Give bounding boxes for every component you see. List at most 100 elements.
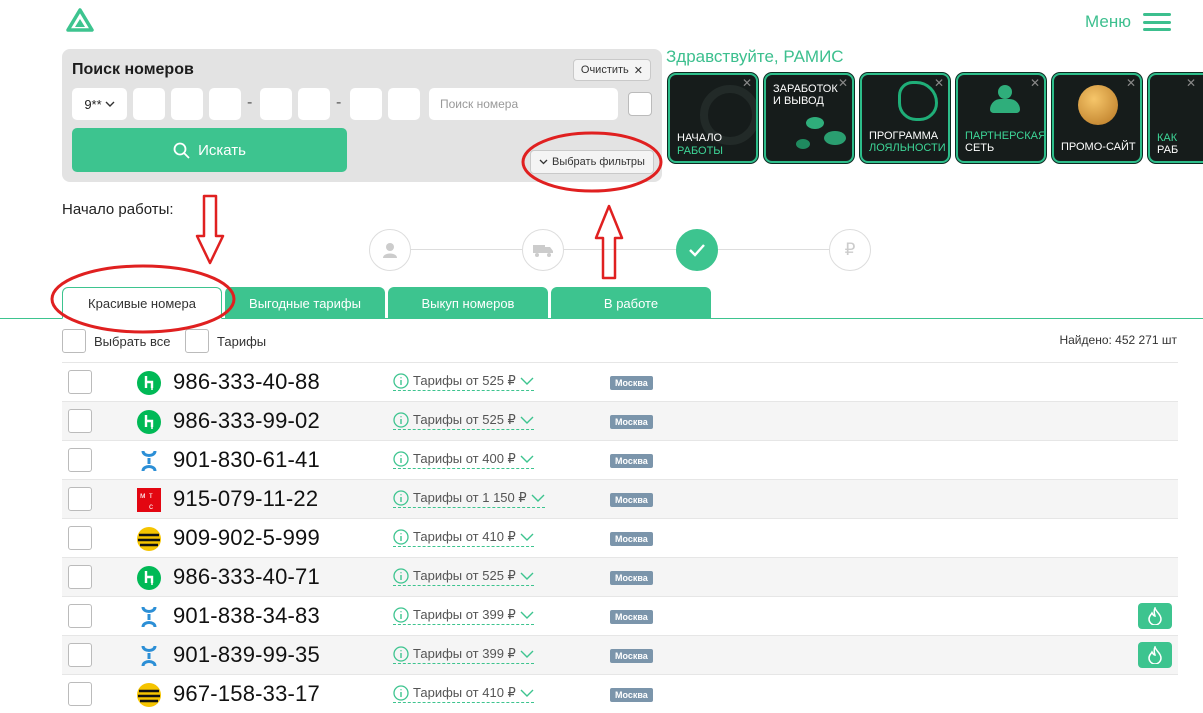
phone-number[interactable]: 986-333-40-88 bbox=[173, 369, 320, 395]
phone-number[interactable]: 986-333-40-71 bbox=[173, 564, 320, 590]
story-card[interactable]: ✕ ПРОГРАММА ЛОЯЛЬНОСТИ bbox=[860, 73, 950, 163]
phone-number[interactable]: 901-839-99-35 bbox=[173, 642, 320, 668]
digit-input[interactable] bbox=[133, 88, 165, 120]
search-option-checkbox[interactable] bbox=[628, 92, 652, 116]
close-icon: ✕ bbox=[933, 76, 944, 90]
row-checkbox[interactable] bbox=[68, 487, 92, 511]
row-checkbox[interactable] bbox=[68, 643, 92, 667]
number-row[interactable]: м т с 915-079-11-22 Тарифы от 1 150 ₽ Москва bbox=[62, 479, 1178, 518]
tab-buyout[interactable]: Выкуп номеров bbox=[388, 287, 548, 319]
number-row[interactable]: 901-830-61-41 Тарифы от 400 ₽ Москва bbox=[62, 440, 1178, 479]
story-line1: ЗАРАБОТОК bbox=[773, 83, 838, 95]
prefix-value: 9** bbox=[84, 96, 102, 112]
row-checkbox[interactable] bbox=[68, 370, 92, 394]
digit-input[interactable] bbox=[209, 88, 241, 120]
operator-logo bbox=[137, 410, 161, 434]
dash-separator: - bbox=[336, 94, 342, 111]
step-completed[interactable] bbox=[676, 229, 718, 271]
greeting: Здравствуйте, РАМИС bbox=[666, 47, 844, 66]
tariff-dropdown[interactable]: Тарифы от 410 ₽ bbox=[393, 685, 534, 703]
chevron-down-icon bbox=[520, 611, 534, 619]
story-line1: ПАРТНЕРСКАЯ bbox=[965, 130, 1046, 142]
story-card[interactable]: ✕ КАК РАБ bbox=[1148, 73, 1203, 163]
menu-label: Меню bbox=[1085, 12, 1131, 31]
tab-label: Выкуп номеров bbox=[421, 295, 515, 311]
row-checkbox[interactable] bbox=[68, 526, 92, 550]
megafon-icon bbox=[137, 566, 161, 590]
chevron-down-icon bbox=[520, 650, 534, 658]
operator-logo bbox=[137, 683, 161, 707]
select-filters-button[interactable]: Выбрать фильтры bbox=[530, 150, 654, 174]
prefix-select[interactable]: 9** bbox=[72, 88, 127, 120]
hamburger-icon bbox=[1143, 13, 1171, 31]
number-row[interactable]: 901-838-34-83 Тарифы от 399 ₽ Москва bbox=[62, 596, 1178, 635]
number-row[interactable]: 986-333-40-88 Тарифы от 525 ₽ Москва bbox=[62, 362, 1178, 401]
operator-logo bbox=[137, 605, 161, 629]
triangle-logo-icon[interactable] bbox=[66, 8, 94, 32]
tariff-label: Тарифы от 525 ₽ bbox=[413, 373, 516, 388]
number-row[interactable]: 986-333-99-02 Тарифы от 525 ₽ Москва bbox=[62, 401, 1178, 440]
digit-input[interactable] bbox=[388, 88, 420, 120]
chevron-down-icon bbox=[520, 377, 534, 385]
number-row[interactable]: 986-333-40-71 Тарифы от 525 ₽ Москва bbox=[62, 557, 1178, 596]
tariff-dropdown[interactable]: Тарифы от 1 150 ₽ bbox=[393, 490, 545, 508]
story-card[interactable]: ✕ НАЧАЛО РАБОТЫ bbox=[668, 73, 758, 163]
number-search-input[interactable]: Поиск номера bbox=[429, 88, 618, 120]
tariff-dropdown[interactable]: Тарифы от 399 ₽ bbox=[393, 607, 534, 625]
row-checkbox[interactable] bbox=[68, 409, 92, 433]
close-icon: ✕ bbox=[1125, 76, 1136, 90]
hot-offer-button[interactable] bbox=[1138, 642, 1172, 668]
phone-number[interactable]: 915-079-11-22 bbox=[173, 486, 318, 512]
tariff-dropdown[interactable]: Тарифы от 525 ₽ bbox=[393, 568, 534, 586]
close-icon: ✕ bbox=[633, 64, 643, 77]
phone-number[interactable]: 909-902-5-999 bbox=[173, 525, 320, 551]
select-all-checkbox[interactable] bbox=[62, 329, 86, 353]
digit-input[interactable] bbox=[260, 88, 292, 120]
story-card[interactable]: ✕ ПРОМО-САЙТ bbox=[1052, 73, 1142, 163]
tab-label: В работе bbox=[603, 295, 659, 311]
step-payment[interactable]: ₽ bbox=[829, 229, 871, 271]
step-profile[interactable] bbox=[369, 229, 411, 271]
chevron-down-icon bbox=[520, 455, 534, 463]
tariffs-label: Тарифы bbox=[217, 334, 267, 349]
info-icon bbox=[393, 412, 409, 428]
phone-number[interactable]: 967-158-33-17 bbox=[173, 681, 320, 707]
hot-offer-button[interactable] bbox=[1138, 603, 1172, 629]
tariffs-checkbox[interactable] bbox=[185, 329, 209, 353]
row-checkbox[interactable] bbox=[68, 682, 92, 706]
tab-label: Выгодные тарифы bbox=[249, 295, 361, 311]
region-badge: Москва bbox=[610, 376, 653, 390]
story-card[interactable]: ✕ ЗАРАБОТОК И ВЫВОД bbox=[764, 73, 854, 163]
close-icon: ✕ bbox=[837, 76, 848, 90]
phone-number[interactable]: 986-333-99-02 bbox=[173, 408, 320, 434]
clear-button[interactable]: Очистить ✕ bbox=[572, 59, 651, 81]
tariff-dropdown[interactable]: Тарифы от 400 ₽ bbox=[393, 451, 534, 469]
step-delivery[interactable] bbox=[522, 229, 564, 271]
story-card[interactable]: ✕ ПАРТНЕРСКАЯ СЕТЬ bbox=[956, 73, 1046, 163]
row-checkbox[interactable] bbox=[68, 448, 92, 472]
tariff-dropdown[interactable]: Тарифы от 410 ₽ bbox=[393, 529, 534, 547]
tab-tariffs[interactable]: Выгодные тарифы bbox=[225, 287, 385, 319]
tab-in-work[interactable]: В работе bbox=[551, 287, 711, 319]
tariff-dropdown[interactable]: Тарифы от 525 ₽ bbox=[393, 412, 534, 430]
tariff-label: Тарифы от 410 ₽ bbox=[413, 529, 516, 544]
tab-beautiful-numbers[interactable]: Красивые номера bbox=[62, 287, 222, 319]
operator-logo bbox=[137, 449, 161, 473]
row-checkbox[interactable] bbox=[68, 565, 92, 589]
search-button[interactable]: Искать bbox=[72, 128, 347, 172]
phone-number[interactable]: 901-830-61-41 bbox=[173, 447, 320, 473]
digit-input[interactable] bbox=[171, 88, 203, 120]
menu-button[interactable]: Меню bbox=[1085, 12, 1171, 32]
mts-icon: м тс bbox=[137, 488, 161, 512]
tariff-dropdown[interactable]: Тарифы от 525 ₽ bbox=[393, 373, 534, 391]
digit-input[interactable] bbox=[298, 88, 330, 120]
tariff-dropdown[interactable]: Тарифы от 399 ₽ bbox=[393, 646, 534, 664]
number-row[interactable]: 901-839-99-35 Тарифы от 399 ₽ Москва bbox=[62, 635, 1178, 674]
row-checkbox[interactable] bbox=[68, 604, 92, 628]
info-icon bbox=[393, 490, 409, 506]
digit-input[interactable] bbox=[350, 88, 382, 120]
story-line1: ПРОМО-САЙТ bbox=[1061, 141, 1136, 153]
phone-number[interactable]: 901-838-34-83 bbox=[173, 603, 320, 629]
number-row[interactable]: 909-902-5-999 Тарифы от 410 ₽ Москва bbox=[62, 518, 1178, 557]
megafon-icon bbox=[137, 371, 161, 395]
